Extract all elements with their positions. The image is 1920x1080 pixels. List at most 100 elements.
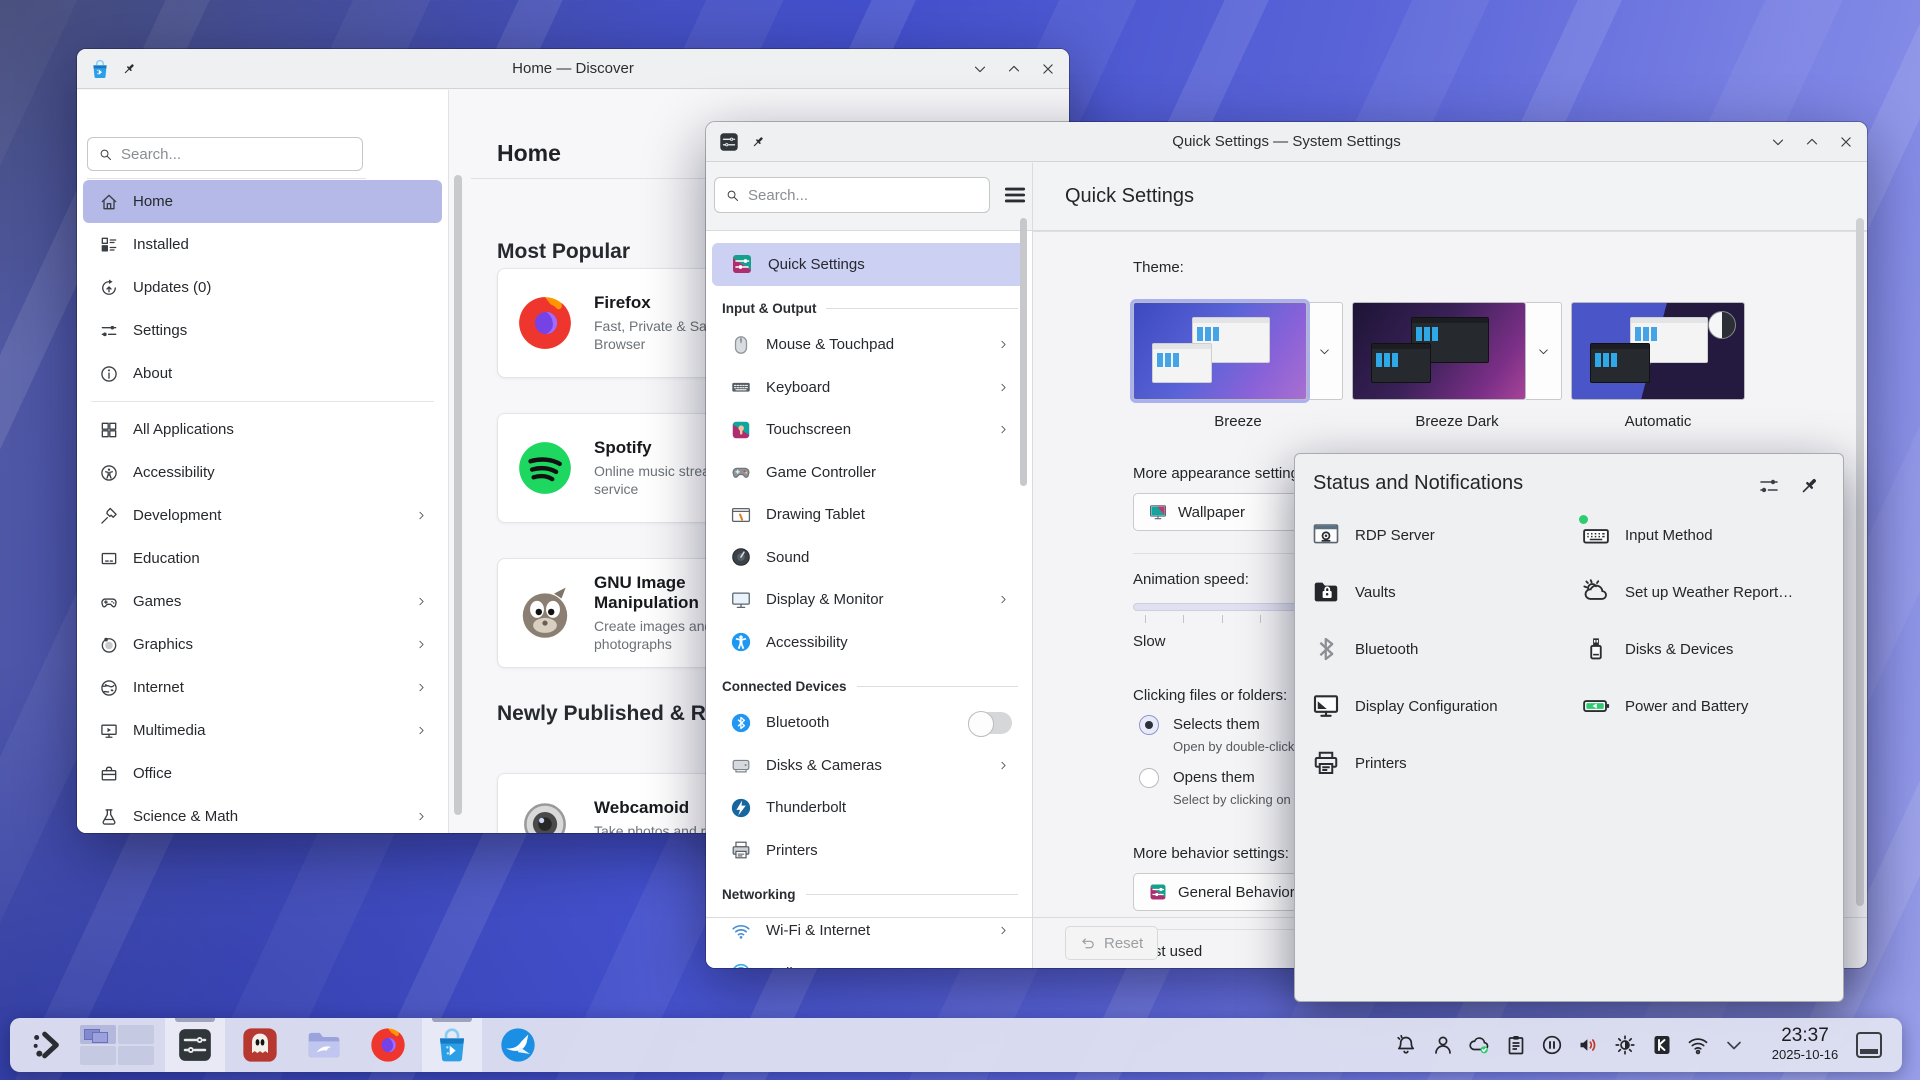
ghostwriter-task[interactable] <box>234 1018 286 1072</box>
sidebar-item-mouse-touchpad[interactable]: Mouse & Touchpad <box>712 324 1026 367</box>
close-button[interactable] <box>1039 60 1057 78</box>
category-item-all-applications[interactable]: All Applications <box>83 408 442 451</box>
maximize-button[interactable] <box>1005 60 1023 78</box>
theme-variant-dropdown[interactable] <box>1526 302 1562 400</box>
system-settings-task[interactable] <box>165 1018 225 1072</box>
theme-preview[interactable] <box>1133 302 1307 400</box>
category-item-science-math[interactable]: Science & Math <box>83 795 442 833</box>
app-launcher[interactable] <box>24 1018 72 1072</box>
category-item-multimedia[interactable]: Multimedia <box>83 709 442 752</box>
sidebar-item-home[interactable]: Home <box>83 180 442 223</box>
sidebar-item-printers[interactable]: Printers <box>712 829 1026 872</box>
volume-icon[interactable] <box>1576 1033 1600 1057</box>
tray-entry-display-configuration[interactable]: Display Configuration <box>1311 683 1571 729</box>
pin-icon[interactable] <box>1797 474 1821 498</box>
sidebar-item-bluetooth[interactable]: Bluetooth <box>712 702 1026 745</box>
falkon-task[interactable] <box>492 1018 544 1072</box>
settings-sidebar-scrollbar[interactable] <box>1020 218 1027 486</box>
sidebar-item-installed[interactable]: Installed <box>83 223 442 266</box>
notifications-icon[interactable] <box>1394 1033 1418 1057</box>
settings-search-input[interactable]: Search... <box>714 177 990 213</box>
desktop-cell-3[interactable] <box>80 1046 116 1065</box>
tray-entry-input-method[interactable]: Input Method <box>1581 512 1841 558</box>
radio-opens-them[interactable] <box>1139 768 1159 788</box>
tray-entry-power-and-battery[interactable]: Power and Battery <box>1581 683 1841 729</box>
page-title: Home <box>497 140 561 167</box>
menu-hamburger-icon[interactable] <box>1002 182 1028 208</box>
sidebar-item-about[interactable]: About <box>83 352 442 395</box>
category-item-games[interactable]: Games <box>83 580 442 623</box>
tray-entry-printers[interactable]: Printers <box>1311 740 1571 786</box>
category-item-internet[interactable]: Internet <box>83 666 442 709</box>
sidebar-item-display-monitor[interactable]: Display & Monitor <box>712 579 1026 622</box>
media-pause-icon[interactable] <box>1540 1033 1564 1057</box>
sidebar-item-disks-cameras[interactable]: Disks & Cameras <box>712 744 1026 787</box>
reset-button[interactable]: Reset <box>1065 926 1158 960</box>
discover-task[interactable] <box>422 1018 482 1072</box>
theme-option-breeze[interactable] <box>1133 302 1343 400</box>
sidebar-item-thunderbolt[interactable]: Thunderbolt <box>712 787 1026 830</box>
more-appearance-label: More appearance settings: <box>1133 465 1311 482</box>
user-switcher-icon[interactable] <box>1431 1033 1455 1057</box>
theme-preview[interactable] <box>1352 302 1526 400</box>
category-item-development[interactable]: Development <box>83 494 442 537</box>
tray-entry-disks-devices[interactable]: Disks & Devices <box>1581 626 1841 672</box>
tray-entry-bluetooth[interactable]: Bluetooth <box>1311 626 1571 672</box>
configure-icon[interactable] <box>1757 474 1781 498</box>
firefox-task[interactable] <box>362 1018 414 1072</box>
sidebar-item-sound[interactable]: Sound <box>712 536 1026 579</box>
pager-grid[interactable] <box>80 1025 154 1065</box>
show-desktop-button[interactable] <box>1856 1032 1882 1058</box>
maximize-button[interactable] <box>1803 133 1821 151</box>
sidebar-section-header: Networking <box>706 880 1032 910</box>
theme-option-breeze-dark[interactable] <box>1352 302 1562 400</box>
virtual-desktop-pager[interactable] <box>76 1018 158 1072</box>
tray-entry-set-up-weather-report-[interactable]: Set up Weather Report… <box>1581 569 1841 615</box>
close-button[interactable] <box>1837 133 1855 151</box>
theme-variant-dropdown[interactable] <box>1307 302 1343 400</box>
category-item-office[interactable]: Office <box>83 752 442 795</box>
clipboard-icon[interactable] <box>1504 1033 1528 1057</box>
brightness-icon[interactable] <box>1613 1033 1637 1057</box>
clock[interactable]: 23:37 2025-10-16 <box>1762 1025 1848 1062</box>
sidebar-item-label: Updates (0) <box>133 279 211 296</box>
desktop-cell-4[interactable] <box>118 1046 154 1065</box>
theme-option-automatic[interactable] <box>1571 302 1745 400</box>
sidebar-item-game-controller[interactable]: Game Controller <box>712 451 1026 494</box>
cloud-sync-icon[interactable] <box>1467 1033 1491 1057</box>
desktop-cell-1[interactable] <box>80 1025 116 1044</box>
sidebar-item-touchscreen[interactable]: Touchscreen <box>712 409 1026 452</box>
clock-time: 23:37 <box>1762 1025 1848 1047</box>
category-label: Graphics <box>133 636 193 653</box>
sidebar-item-drawing-tablet[interactable]: Drawing Tablet <box>712 494 1026 537</box>
category-item-education[interactable]: Education <box>83 537 442 580</box>
sidebar-item-quick-settings[interactable]: Quick Settings <box>712 243 1026 286</box>
settings-titlebar[interactable]: Quick Settings — System Settings <box>706 122 1867 162</box>
sidebar-item-updates-0-[interactable]: Updates (0) <box>83 266 442 309</box>
taskbar-panel: 23:37 2025-10-16 <box>10 1018 1902 1072</box>
discover-search-input[interactable]: Search... <box>87 137 363 171</box>
settings-scrollbar[interactable] <box>1856 218 1864 906</box>
sidebar-item-settings[interactable]: Settings <box>83 309 442 352</box>
kate-icon[interactable] <box>1650 1033 1674 1057</box>
sidebar-item-online-accounts[interactable]: Online Accounts <box>712 952 1026 968</box>
sidebar-item-accessibility[interactable]: Accessibility <box>712 621 1026 664</box>
sidebar-item-label: Home <box>133 193 173 210</box>
discover-titlebar[interactable]: Home — Discover <box>77 49 1069 89</box>
wifi-icon[interactable] <box>1686 1033 1710 1057</box>
category-item-accessibility[interactable]: Accessibility <box>83 451 442 494</box>
category-item-graphics[interactable]: Graphics <box>83 623 442 666</box>
radio-selects-them[interactable] <box>1139 715 1159 735</box>
minimize-button[interactable] <box>971 60 989 78</box>
tray-entry-vaults[interactable]: Vaults <box>1311 569 1571 615</box>
discover-scrollbar[interactable] <box>454 175 462 815</box>
tray-entry-rdp-server[interactable]: RDP Server <box>1311 512 1571 558</box>
sidebar-item-keyboard[interactable]: Keyboard <box>712 366 1026 409</box>
dolphin-task[interactable] <box>298 1018 350 1072</box>
minimize-button[interactable] <box>1769 133 1787 151</box>
theme-preview[interactable] <box>1571 302 1745 400</box>
sidebar-item-wi-fi-internet[interactable]: Wi-Fi & Internet <box>712 910 1026 953</box>
tray-expand-icon[interactable] <box>1722 1033 1746 1057</box>
desktop-cell-2[interactable] <box>118 1025 154 1044</box>
bluetooth-toggle[interactable] <box>968 712 1012 734</box>
